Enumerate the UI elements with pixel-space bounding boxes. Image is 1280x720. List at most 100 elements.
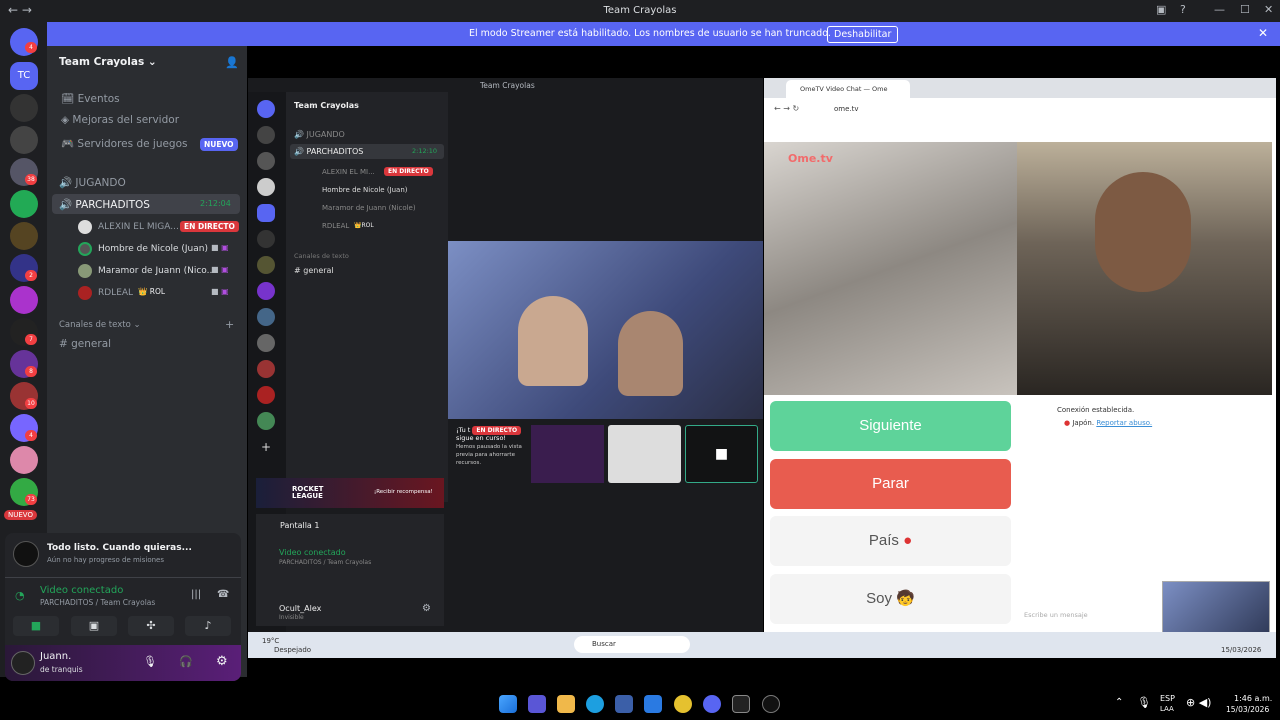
discord-home-icon[interactable] (257, 100, 275, 118)
next-button[interactable]: Siguiente (770, 401, 1011, 451)
server-icon[interactable] (257, 282, 275, 300)
help-icon[interactable]: ? (1180, 3, 1186, 16)
close-icon[interactable]: ✕ (1264, 3, 1273, 16)
voice-user-name[interactable]: Maramor de Juann (Nico... (98, 266, 215, 276)
voice-channel-jugando[interactable]: 🔊 JUGANDO (59, 176, 126, 189)
add-channel-icon[interactable]: + (225, 318, 234, 331)
server-icon[interactable] (10, 446, 38, 474)
user-name[interactable]: Juann. (40, 651, 71, 662)
message-input[interactable]: Escribe un mensaje (1024, 611, 1088, 619)
avatar[interactable] (11, 651, 35, 675)
text-channel-general[interactable]: # general (59, 338, 111, 350)
disconnect-icon[interactable]: ☎ (217, 589, 229, 600)
server-icon[interactable] (10, 286, 38, 314)
widgets-icon[interactable] (528, 695, 546, 713)
url-field[interactable]: ome.tv (834, 105, 859, 113)
server-icon[interactable] (257, 178, 275, 196)
microphone-icon[interactable]: 🎙 (143, 655, 157, 668)
server-icon[interactable] (257, 204, 275, 222)
add-member-icon[interactable]: 👤 (225, 56, 239, 69)
sidebar-item-events[interactable]: 🗓 Eventos (61, 92, 120, 105)
voice-channel-parchaditos[interactable]: 🔊 PARCHADITOS 2:12:04 (52, 194, 240, 214)
server-icon[interactable] (257, 386, 275, 404)
inner-voice-user[interactable]: RDLEAL (322, 222, 349, 230)
noise-suppression-icon[interactable]: ||| (191, 589, 201, 600)
camera-tile[interactable]: ■ (685, 425, 758, 483)
store-icon[interactable] (615, 695, 633, 713)
server-icon[interactable] (257, 412, 275, 430)
server-icon[interactable] (257, 152, 275, 170)
stream-tile[interactable] (608, 425, 681, 483)
inner-user-name[interactable]: Ocult_Alex (279, 604, 321, 613)
inner-voice-parchaditos[interactable]: 🔊 PARCHADITOS 2:12:10 (290, 144, 444, 159)
inner-voice-user[interactable]: Maramor de Juann (Nicole) (322, 204, 416, 212)
windows-start-icon[interactable] (499, 695, 517, 713)
pip-webcam-preview[interactable] (1162, 581, 1270, 639)
server-name[interactable]: Team Crayolas ⌄ (59, 56, 157, 68)
inner-voice-user[interactable]: Hombre de Nicole (Juan) (322, 186, 408, 194)
server-icon[interactable] (10, 222, 38, 250)
mail-icon[interactable] (644, 695, 662, 713)
minimize-icon[interactable]: — (1214, 3, 1225, 16)
server-icon[interactable] (10, 94, 38, 122)
inner-voice-user[interactable]: ALEXIN EL MI... (322, 168, 375, 176)
country-button[interactable]: País ● (770, 516, 1011, 566)
add-server-icon[interactable]: + (261, 440, 271, 454)
inner-text-category[interactable]: Canales de texto (294, 252, 349, 260)
network-volume-icon[interactable]: ⊕ ◀) (1186, 696, 1211, 709)
language-code[interactable]: ESP (1160, 694, 1175, 703)
quest-title[interactable]: Todo listo. Cuando quieras... (47, 543, 192, 553)
camera-button[interactable]: ■ (13, 616, 59, 636)
voice-location[interactable]: PARCHADITOS / Team Crayolas (40, 598, 155, 607)
inner-voice-location[interactable]: PARCHADITOS / Team Crayolas (279, 559, 371, 566)
tray-expand-icon[interactable]: ⌃ (1115, 697, 1123, 708)
app-icon[interactable] (732, 695, 750, 713)
report-link[interactable]: Reportar abuso. (1096, 419, 1152, 427)
sidebar-item-game-servers[interactable]: 🎮 Servidores de juegos (61, 137, 188, 150)
server-icon[interactable] (10, 126, 38, 154)
stop-button[interactable]: Parar (770, 459, 1011, 509)
sidebar-item-boosts[interactable]: ◈ Mejoras del servidor (61, 114, 179, 126)
server-icon[interactable] (257, 308, 275, 326)
server-icon[interactable] (257, 126, 275, 144)
inner-search-box[interactable]: Buscar (574, 636, 690, 653)
discord-icon[interactable] (703, 695, 721, 713)
close-icon[interactable]: ✕ (1258, 26, 1268, 40)
soundboard-button[interactable]: ♪ (185, 616, 231, 636)
inner-voice-jugando[interactable]: 🔊 JUGANDO (294, 130, 345, 139)
webcam-video[interactable] (448, 241, 763, 419)
chrome-icon[interactable] (674, 695, 692, 713)
gender-button[interactable]: Soy 🧒 (770, 574, 1011, 624)
settings-gear-icon[interactable]: ⚙ (216, 654, 228, 669)
voice-user-name[interactable]: Hombre de Nicole (Juan) (98, 244, 208, 254)
voice-user-name[interactable]: RDLEAL (98, 288, 133, 298)
disable-button[interactable]: Deshabilitar (827, 26, 899, 43)
inner-channel-general[interactable]: # general (294, 266, 334, 275)
activities-button[interactable]: ✣ (128, 616, 174, 636)
microphone-icon[interactable]: 🎙 (1137, 696, 1151, 709)
headphones-icon[interactable]: 🎧 (179, 655, 193, 668)
server-icon[interactable] (257, 256, 275, 274)
server-icon[interactable] (10, 190, 38, 218)
server-icon[interactable] (257, 360, 275, 378)
stream-tile[interactable] (531, 425, 604, 483)
clock-time[interactable]: 1:46 a.m. (1234, 694, 1272, 703)
settings-gear-icon[interactable]: ⚙ (422, 603, 431, 614)
server-icon[interactable] (257, 334, 275, 352)
server-icon-team-crayolas[interactable]: TC (10, 62, 38, 90)
obs-icon[interactable] (762, 695, 780, 713)
file-explorer-icon[interactable] (557, 695, 575, 713)
screen-label[interactable]: Pantalla 1 (280, 521, 319, 530)
text-category[interactable]: Canales de texto ⌄ (59, 320, 141, 330)
maximize-icon[interactable]: ☐ (1240, 3, 1250, 16)
screen-share-button[interactable]: ▣ (71, 616, 117, 636)
weather-temp[interactable]: 19°C (262, 637, 279, 645)
reload-icon[interactable]: ← → ↻ (774, 104, 799, 113)
rocket-league-promo[interactable]: ROCKET LEAGUE ¡Recibir recompensa! (256, 478, 444, 508)
voice-user-name[interactable]: ALEXIN EL MIGA... (98, 222, 179, 232)
tab-ometv[interactable]: OmeTV Video Chat — Ome (786, 80, 910, 98)
inbox-icon[interactable]: ▣ (1156, 3, 1166, 16)
edge-browser-icon[interactable] (586, 695, 604, 713)
server-icon[interactable] (257, 230, 275, 248)
inner-server-name[interactable]: Team Crayolas (294, 101, 359, 110)
